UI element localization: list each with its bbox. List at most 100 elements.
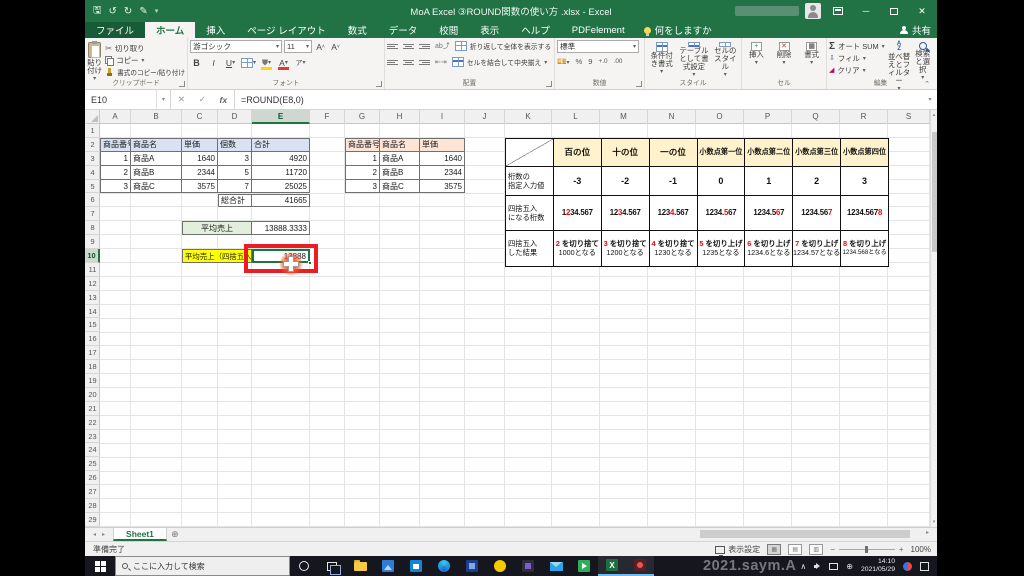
ime-color-icon[interactable]	[903, 561, 912, 571]
new-sheet-button[interactable]: ⊕	[167, 528, 183, 541]
price-cell[interactable]: 3	[345, 179, 380, 194]
column-header-F[interactable]: F	[310, 110, 345, 124]
task-view-button[interactable]	[318, 556, 346, 576]
zoom-in-button[interactable]: +	[899, 545, 904, 554]
copy-button[interactable]: コピー ▾	[105, 54, 185, 66]
number-dialog-launcher[interactable]	[636, 81, 642, 87]
row-header-15[interactable]: 15	[85, 318, 100, 333]
clipboard-dialog-launcher[interactable]	[179, 81, 185, 87]
volume-icon[interactable]	[814, 562, 821, 570]
zoom-out-button[interactable]: −	[830, 545, 835, 554]
row-header-11[interactable]: 11	[85, 263, 100, 277]
start-button[interactable]	[85, 556, 115, 576]
font-color-button[interactable]: A ▾	[277, 56, 290, 70]
row-header-21[interactable]: 21	[85, 402, 100, 416]
column-header-K[interactable]: K	[505, 110, 552, 124]
insert-cells-button[interactable]: + 挿入 ▾	[744, 40, 769, 79]
row-header-28[interactable]: 28	[85, 499, 100, 513]
touch-mode-icon[interactable]: ✎	[139, 6, 147, 17]
name-box[interactable]: E10	[85, 90, 157, 109]
product-cell[interactable]: 商品B	[131, 165, 182, 180]
delete-cells-button[interactable]: ✕ 削除 ▾	[772, 40, 797, 79]
row-header-1[interactable]: 1	[85, 124, 100, 138]
excel-taskbar-button[interactable]: X	[598, 556, 626, 576]
font-dialog-launcher[interactable]	[376, 81, 382, 87]
tab-データ[interactable]: データ	[378, 22, 429, 38]
format-as-table-button[interactable]: テーブルとして書式設定 ▾	[678, 40, 709, 79]
row-header-16[interactable]: 16	[85, 332, 100, 347]
row-header-3[interactable]: 3	[85, 152, 100, 166]
row-header-18[interactable]: 18	[85, 360, 100, 375]
percent-style-button[interactable]: %	[575, 57, 582, 66]
align-right-icon[interactable]	[419, 58, 430, 67]
row-header-9[interactable]: 9	[85, 235, 100, 250]
name-box-dropdown-icon[interactable]: ▾	[157, 90, 171, 109]
recorder-button[interactable]	[626, 556, 654, 576]
column-header-I[interactable]: I	[420, 110, 465, 124]
column-header-A[interactable]: A	[100, 110, 131, 124]
sheet-next-icon[interactable]: ▸	[102, 531, 105, 538]
sheet-prev-icon[interactable]: ◂	[93, 531, 96, 538]
row-header-8[interactable]: 8	[85, 221, 100, 236]
autosum-button[interactable]: Σ オート SUM ▾	[829, 40, 885, 52]
fill-button[interactable]: ⇩ フィル ▾	[829, 52, 885, 64]
italic-button[interactable]: I	[207, 56, 220, 69]
column-header-G[interactable]: G	[345, 110, 380, 124]
fill-color-button[interactable]: ⛊ ▾	[260, 56, 273, 70]
currency-format-button[interactable]: 💴▾	[557, 57, 569, 66]
app-yellow-button[interactable]	[486, 556, 514, 576]
product-cell[interactable]: 5	[218, 165, 252, 180]
underline-button[interactable]: U ▾	[224, 56, 237, 69]
cut-button[interactable]: ✂ 切り取り	[105, 42, 185, 54]
cell-styles-button[interactable]: セルのスタイル ▾	[712, 40, 739, 79]
merge-center-button[interactable]: セルを結合して中央揃え ▾	[451, 56, 547, 68]
qat-customize-icon[interactable]: ▾	[155, 7, 159, 15]
grand-total-value[interactable]: 41665	[252, 193, 310, 208]
row-header-23[interactable]: 23	[85, 430, 100, 444]
tell-me-box[interactable]: 何をしますか	[636, 22, 720, 38]
price-cell[interactable]: 1	[345, 151, 380, 166]
average-value-cell[interactable]: 13888.3333	[252, 221, 310, 236]
font-name-select[interactable]: 游ゴシック ▾	[190, 40, 282, 53]
horizontal-scrollbar[interactable]	[565, 529, 915, 539]
column-header-S[interactable]: S	[888, 110, 930, 124]
tab-挿入[interactable]: 挿入	[195, 22, 236, 38]
row-header-6[interactable]: 6	[85, 193, 100, 208]
product-header-cell[interactable]: 単価	[182, 137, 218, 152]
display-settings-button[interactable]: 表示設定	[715, 544, 760, 556]
ribbon-display-options-icon[interactable]	[827, 2, 849, 20]
row-header-4[interactable]: 4	[85, 166, 100, 180]
align-middle-icon[interactable]	[403, 42, 414, 51]
taskbar-clock[interactable]: 14:10 2021/05/29	[861, 558, 895, 574]
account-avatar[interactable]	[805, 3, 821, 19]
row-header-22[interactable]: 22	[85, 416, 100, 430]
minimize-button[interactable]: ─	[855, 2, 877, 20]
app-dark-button[interactable]	[514, 556, 542, 576]
app-blue-button[interactable]	[458, 556, 486, 576]
column-header-B[interactable]: B	[131, 110, 182, 124]
tab-ホーム[interactable]: ホーム	[145, 22, 196, 38]
price-header-cell[interactable]: 単価	[420, 137, 465, 152]
select-all-corner[interactable]	[85, 110, 100, 124]
row-header-12[interactable]: 12	[85, 277, 100, 291]
product-cell[interactable]: 4920	[252, 151, 310, 166]
store-button[interactable]	[402, 556, 430, 576]
row-header-26[interactable]: 26	[85, 471, 100, 486]
tab-校閲[interactable]: 校閲	[428, 22, 469, 38]
column-header-O[interactable]: O	[696, 110, 744, 124]
align-center-icon[interactable]	[403, 58, 414, 67]
column-header-L[interactable]: L	[552, 110, 600, 124]
formula-bar-expand-icon[interactable]: ▾	[923, 90, 937, 109]
product-cell[interactable]: 25025	[252, 179, 310, 194]
alignment-dialog-launcher[interactable]	[546, 81, 552, 87]
average-label-cell[interactable]: 平均売上	[182, 221, 252, 236]
photos-button[interactable]	[374, 556, 402, 576]
worksheet[interactable]: ABCDEFGHIJKLMNOPQRS 1 2 3 4 5 6 7 8 9 10 11 12 13 14 1…	[85, 110, 937, 527]
redo-icon[interactable]: ↻	[124, 6, 132, 17]
row-header-25[interactable]: 25	[85, 457, 100, 472]
price-cell[interactable]: 商品B	[380, 165, 420, 180]
price-cell[interactable]: 2	[345, 165, 380, 180]
price-cell[interactable]: 商品C	[380, 179, 420, 194]
orientation-icon[interactable]: ab⤴	[435, 41, 450, 51]
increase-decimal-button[interactable]: +.0	[598, 58, 607, 65]
